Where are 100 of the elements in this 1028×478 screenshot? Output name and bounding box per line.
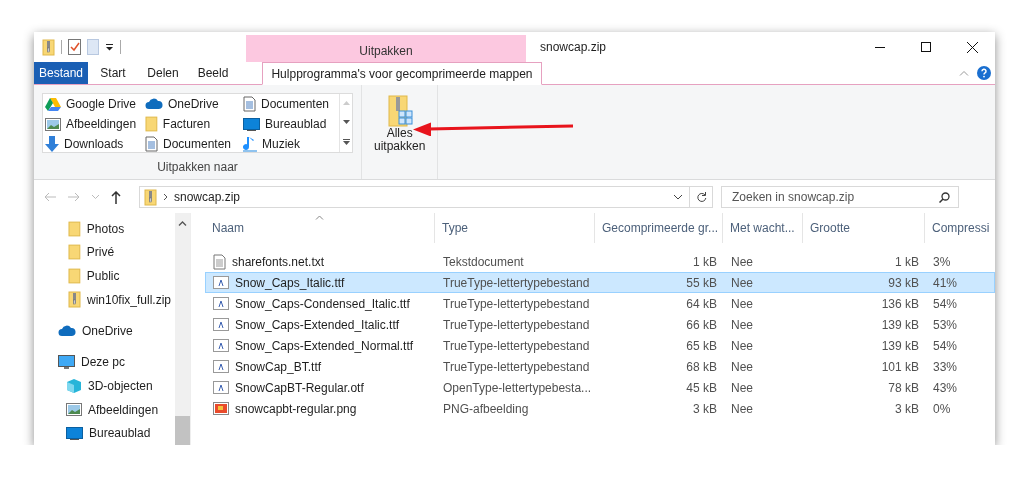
file-row[interactable]: Snow_Caps_Italic.ttf TrueType-lettertypebestand 55 kB Nee 93 kB 41%: [205, 272, 995, 293]
extract-all-button[interactable]: Alles uitpakken: [370, 93, 430, 155]
table-cell: Nee: [731, 380, 753, 395]
table-cell: 64 kB: [686, 296, 717, 311]
table-cell: TrueType-lettertypebestand: [443, 359, 590, 374]
table-cell: OpenType-lettertypebesta...: [443, 380, 592, 395]
destination-item[interactable]: Google Drive: [66, 97, 137, 111]
folder-icon: [68, 244, 81, 261]
destination-item[interactable]: OneDrive: [168, 97, 219, 111]
context-tab-header: Uitpakken: [246, 35, 526, 62]
table-cell: 3 kB: [895, 401, 919, 416]
file-name: Snow_Caps-Condensed_Italic.ttf: [235, 296, 410, 311]
folder-icon: [68, 220, 81, 237]
font-file-icon: [213, 360, 229, 373]
destination-item[interactable]: Documenten: [261, 97, 330, 111]
help-icon[interactable]: [977, 66, 991, 80]
checklist-icon[interactable]: [68, 39, 81, 55]
document-icon: [243, 96, 256, 112]
file-name: snowcapbt-regular.png: [235, 401, 357, 416]
sidebar-item[interactable]: Photos: [86, 221, 125, 236]
up-arrow-icon[interactable]: [111, 190, 121, 204]
file-name: Snow_Caps_Italic.ttf: [235, 275, 345, 290]
destination-item[interactable]: Downloads: [64, 137, 124, 151]
search-input[interactable]: Zoeken in snowcap.zip: [730, 189, 939, 205]
sidebar-item[interactable]: Afbeeldingen: [88, 402, 159, 417]
file-row[interactable]: SnowCapBT-Regular.otf OpenType-lettertypebesta... 45 kB Nee 78 kB 43%: [205, 377, 995, 398]
sidebar-item[interactable]: Public: [86, 269, 120, 283]
table-cell: 93 kB: [888, 275, 919, 290]
dropdown-caret-icon[interactable]: [105, 43, 114, 51]
column-header[interactable]: Type: [435, 213, 595, 243]
dropdown-caret-icon[interactable]: [673, 194, 683, 200]
table-cell: 139 kB: [881, 317, 919, 332]
search-field[interactable]: Zoeken in snowcap.zip: [721, 186, 959, 208]
table-cell: PNG-afbeelding: [443, 401, 529, 416]
font-file-icon: [213, 276, 229, 289]
file-row[interactable]: sharefonts.net.txt Tekstdocument 1 kB Nee 1 kB 3%: [205, 251, 995, 272]
column-header[interactable]: Naam: [205, 213, 435, 243]
ribbon-tab[interactable]: Beeld: [188, 62, 238, 84]
table-cell: 65 kB: [686, 338, 717, 353]
sidebar-item[interactable]: Bureaublad: [89, 426, 151, 441]
file-row[interactable]: Snow_Caps-Extended_Italic.ttf TrueType-lettertypebestand 66 kB Nee 139 kB 53%: [205, 314, 995, 335]
ribbon-tab[interactable]: Hulpprogramma's voor gecomprimeerde mappen: [262, 62, 542, 85]
ribbon-tab[interactable]: Start: [88, 62, 138, 84]
sidebar-item[interactable]: OneDrive: [82, 324, 133, 339]
destination-item[interactable]: Afbeeldingen: [66, 117, 137, 131]
table-cell: 45 kB: [686, 380, 717, 395]
scroll-up-icon[interactable]: [178, 221, 187, 226]
file-name: SnowCap_BT.ttf: [235, 359, 322, 374]
file-row[interactable]: Snow_Caps-Extended_Normal.ttf TrueType-lettertypebestand 65 kB Nee 139 kB 54%: [205, 335, 995, 356]
file-name: sharefonts.net.txt: [232, 254, 325, 269]
scrollbar-thumb[interactable]: [175, 416, 190, 445]
pictures-icon: [45, 117, 61, 131]
address-field[interactable]: snowcap.zip: [139, 186, 713, 208]
column-header[interactable]: Grootte: [803, 213, 925, 243]
refresh-icon[interactable]: [695, 191, 707, 203]
expand-gallery-icon[interactable]: [342, 138, 350, 145]
file-row[interactable]: snowcapbt-regular.png PNG-afbeelding 3 kB Nee 3 kB 0%: [205, 398, 995, 419]
scroll-down-icon[interactable]: [342, 120, 350, 124]
cloud-icon: [145, 98, 163, 110]
ribbon-tab[interactable]: Bestand: [34, 62, 88, 84]
destination-item[interactable]: Muziek: [262, 137, 300, 151]
file-name: Snow_Caps-Extended_Italic.ttf: [235, 317, 400, 332]
computer-icon: [58, 355, 75, 370]
sidebar-item[interactable]: 3D-objecten: [88, 379, 153, 394]
scrollbar[interactable]: [175, 213, 190, 445]
desktop-icon: [243, 117, 260, 131]
download-arrow-icon: [45, 136, 59, 152]
table-cell: Nee: [731, 338, 753, 353]
table-cell: 54%: [933, 296, 958, 311]
close-icon[interactable]: [966, 41, 978, 53]
column-header[interactable]: Compressi: [925, 213, 995, 243]
column-header[interactable]: Gecomprimeerde gr...: [595, 213, 723, 243]
column-header[interactable]: Met wacht...: [723, 213, 803, 243]
maximize-icon[interactable]: [921, 42, 931, 52]
folder-icon: [145, 116, 158, 132]
table-cell: Nee: [731, 254, 753, 269]
table-cell: Nee: [731, 275, 753, 290]
table-cell: 101 kB: [881, 359, 919, 374]
destination-item[interactable]: Facturen: [162, 117, 211, 131]
font-file-icon: [213, 318, 229, 331]
sidebar-item[interactable]: Deze pc: [81, 355, 126, 370]
folder-icon: [68, 268, 81, 284]
destination-item[interactable]: Documenten: [163, 137, 232, 151]
ribbon-tab[interactable]: Delen: [138, 62, 188, 84]
zip-folder-icon: [42, 38, 55, 56]
desktop-icon: [66, 426, 83, 440]
text-file-icon: [213, 253, 226, 270]
table-cell: 78 kB: [888, 380, 919, 395]
sidebar-item[interactable]: win10fix_full.zip: [87, 292, 172, 307]
table-cell: TrueType-lettertypebestand: [443, 338, 590, 353]
music-note-icon: [243, 136, 257, 152]
zip-extract-icon: [386, 95, 413, 127]
file-row[interactable]: Snow_Caps-Condensed_Italic.ttf TrueType-lettertypebestand 64 kB Nee 136 kB 54%: [205, 293, 995, 314]
file-row[interactable]: SnowCap_BT.ttf TrueType-lettertypebestand 68 kB Nee 101 kB 33%: [205, 356, 995, 377]
destination-item[interactable]: Bureaublad: [265, 117, 327, 131]
sidebar-item[interactable]: Privé: [86, 245, 115, 260]
table-cell: 3 kB: [693, 401, 717, 416]
window-title: snowcap.zip: [539, 39, 608, 56]
minimize-icon[interactable]: [875, 46, 885, 48]
table-cell: 41%: [933, 275, 958, 290]
